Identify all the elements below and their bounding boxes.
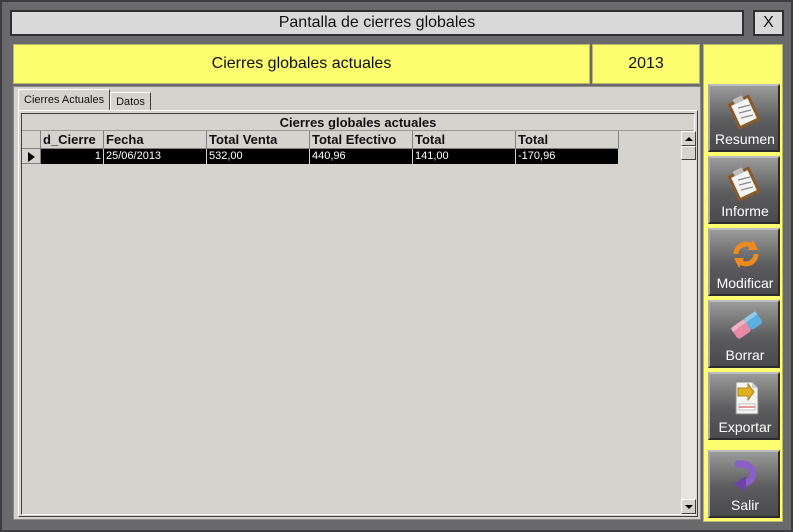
borrar-button[interactable]: Borrar [708, 300, 780, 368]
resumen-button[interactable]: Resumen [708, 84, 780, 152]
close-label: X [763, 14, 774, 31]
data-grid: Cierres globales actuales d_Cierre Fecha… [21, 113, 696, 515]
excel-export-icon [735, 381, 759, 415]
tab-datos[interactable]: Datos [110, 92, 151, 110]
salir-label: Salir [730, 497, 759, 513]
exportar-button[interactable]: Exportar [708, 372, 780, 440]
window-title-bar: Pantalla de cierres globales [10, 10, 744, 36]
tab-cierres-actuales[interactable]: Cierres Actuales [18, 89, 111, 110]
action-sidebar: Resumen Informe Modificar Borrar Exporta… [703, 44, 783, 522]
content-area: Cierres Actuales Datos Cierres globales … [13, 86, 701, 520]
tab-strip: Cierres Actuales Datos [18, 89, 151, 111]
salir-button[interactable]: Salir [708, 450, 780, 518]
header-title-panel: Cierres globales actuales [13, 44, 590, 84]
tab-panel: Cierres globales actuales d_Cierre Fecha… [18, 110, 698, 517]
cell-total-venta[interactable]: 532,00 [207, 149, 310, 164]
cell-fecha[interactable]: 25/06/2013 [104, 149, 207, 164]
clipboard-icon [727, 94, 761, 130]
vertical-scrollbar[interactable] [681, 131, 696, 514]
column-header-total-1[interactable]: Total [413, 131, 516, 149]
scroll-up-button[interactable] [681, 131, 696, 146]
main-window: Pantalla de cierres globales X Cierres g… [0, 0, 793, 532]
grid-caption: Cierres globales actuales [22, 114, 694, 131]
window-title: Pantalla de cierres globales [278, 14, 476, 31]
modificar-label: Modificar [716, 275, 774, 291]
cell-total-2[interactable]: -170,96 [516, 149, 619, 164]
eraser-icon [730, 311, 762, 339]
cell-total-1[interactable]: 141,00 [413, 149, 516, 164]
column-header-fecha[interactable]: Fecha [104, 131, 207, 149]
scroll-down-icon [684, 504, 693, 509]
column-header-id-cierre[interactable]: d_Cierre [41, 131, 104, 149]
column-header-total-efectivo[interactable]: Total Efectivo [310, 131, 413, 149]
exit-arrow-icon [734, 460, 757, 492]
informe-button[interactable]: Informe [708, 156, 780, 224]
column-header-total-venta[interactable]: Total Venta [207, 131, 310, 149]
scroll-down-button[interactable] [681, 499, 696, 514]
informe-label: Informe [721, 203, 769, 219]
header-year-panel: 2013 [592, 44, 700, 84]
header-year: 2013 [628, 55, 664, 72]
modificar-button[interactable]: Modificar [708, 228, 780, 296]
clipboard-icon [727, 166, 761, 202]
close-button[interactable]: X [753, 10, 784, 36]
header-title: Cierres globales actuales [211, 55, 392, 72]
resumen-label: Resumen [715, 131, 775, 147]
row-selector-arrow-icon[interactable] [22, 149, 41, 164]
scroll-thumb[interactable] [681, 146, 696, 160]
refresh-icon [733, 240, 759, 268]
exportar-label: Exportar [718, 419, 772, 435]
column-header-total-2[interactable]: Total [516, 131, 619, 149]
scroll-up-icon [684, 136, 693, 141]
borrar-label: Borrar [725, 347, 765, 363]
cell-id-cierre[interactable]: 1 [41, 149, 104, 164]
row-indicator-header [22, 131, 41, 149]
cell-total-efectivo[interactable]: 440,96 [310, 149, 413, 164]
